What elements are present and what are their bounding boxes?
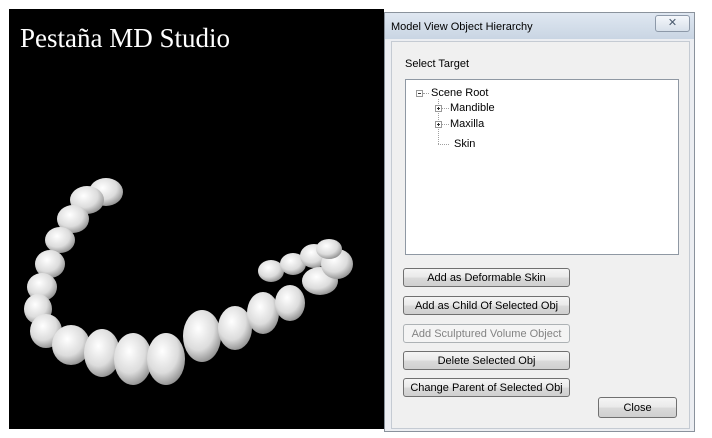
titlebar-close-button[interactable]: ✕ bbox=[655, 15, 690, 32]
dialog-title: Model View Object Hierarchy bbox=[391, 21, 533, 33]
upper-arch bbox=[24, 178, 353, 385]
object-hierarchy-dialog: Model View Object Hierarchy ✕ Select Tar… bbox=[384, 12, 695, 432]
close-icon: ✕ bbox=[667, 17, 678, 29]
object-tree[interactable]: Scene Root Mandible Maxilla Skin bbox=[405, 79, 679, 255]
tree-node-skin[interactable]: Skin bbox=[454, 138, 475, 151]
tree-node-maxilla[interactable]: Maxilla bbox=[450, 118, 484, 131]
expand-icon[interactable] bbox=[435, 121, 442, 128]
dental-arch-model bbox=[24, 178, 353, 385]
dialog-titlebar[interactable]: Model View Object Hierarchy ✕ bbox=[385, 13, 694, 39]
change-parent-button[interactable]: Change Parent of Selected Obj bbox=[403, 378, 570, 397]
add-child-button[interactable]: Add as Child Of Selected Obj bbox=[403, 296, 570, 315]
select-target-label: Select Target bbox=[405, 58, 470, 70]
add-deformable-skin-button[interactable]: Add as Deformable Skin bbox=[403, 268, 570, 287]
add-sculptured-volume-button[interactable]: Add Sculptured Volume Object bbox=[403, 324, 570, 343]
delete-selected-button[interactable]: Delete Selected Obj bbox=[403, 351, 570, 370]
tree-node-mandible[interactable]: Mandible bbox=[450, 102, 495, 115]
close-button[interactable]: Close bbox=[598, 397, 677, 418]
expand-icon[interactable] bbox=[435, 105, 442, 112]
collapse-icon[interactable] bbox=[416, 90, 423, 97]
3d-viewport[interactable]: Pestaña MD Studio bbox=[9, 9, 384, 429]
tree-node-scene-root[interactable]: Scene Root bbox=[431, 87, 488, 100]
